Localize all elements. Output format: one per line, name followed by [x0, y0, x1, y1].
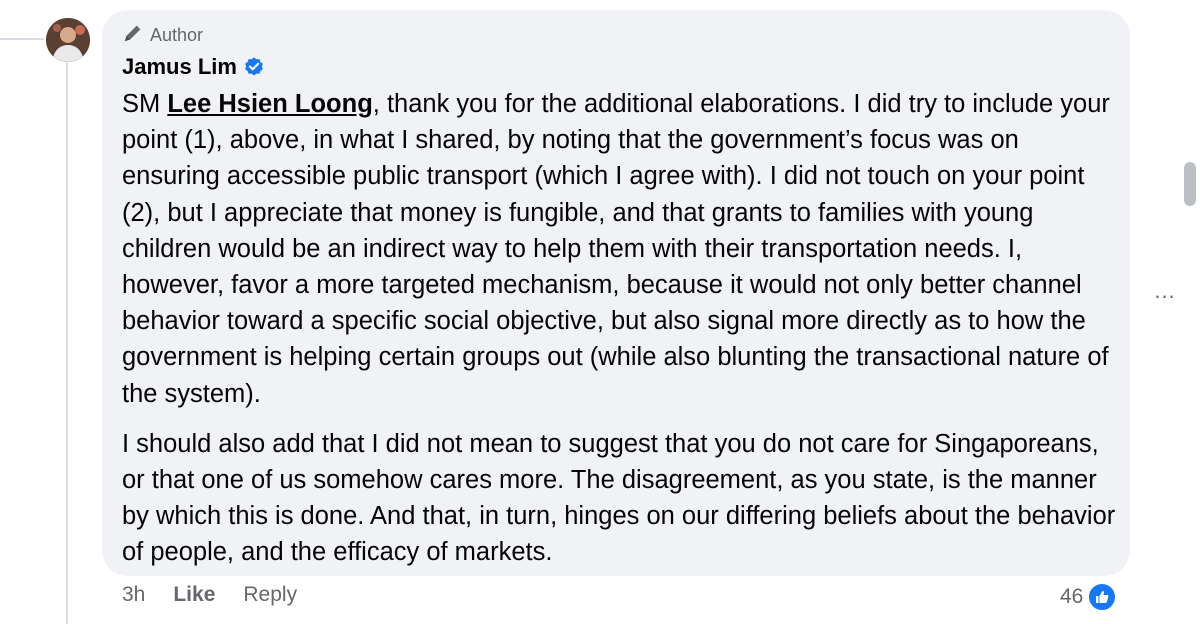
- comment-paragraph-1: SM Lee Hsien Loong, thank you for the ad…: [122, 86, 1117, 412]
- more-horizontal-icon: ...: [1154, 278, 1176, 303]
- scrollbar-thumb[interactable]: [1184, 162, 1196, 206]
- mention-prefix: SM: [122, 90, 161, 118]
- avatar[interactable]: [46, 18, 90, 62]
- reaction-summary[interactable]: 46: [1060, 582, 1118, 612]
- pencil-icon: [122, 22, 144, 49]
- reaction-count: 46: [1060, 585, 1084, 608]
- comment-body: SM Lee Hsien Loong, thank you for the ad…: [122, 86, 1117, 571]
- mention-link[interactable]: Lee Hsien Loong: [167, 90, 372, 118]
- author-badge-label: Author: [150, 24, 204, 45]
- comment-actions: 3h Like Reply: [122, 583, 297, 607]
- like-button[interactable]: Like: [173, 583, 215, 607]
- avatar-image: [46, 18, 90, 62]
- reply-button[interactable]: Reply: [243, 583, 297, 607]
- thumbs-up-icon: [1087, 582, 1118, 612]
- comment-paragraph-1-text: , thank you for the additional elaborati…: [122, 90, 1110, 408]
- comment-bubble: Author Jamus Lim SM Lee Hsien Loong, tha…: [102, 10, 1130, 576]
- comment-paragraph-2: I should also add that I did not mean to…: [122, 429, 1116, 567]
- verified-badge-icon: [243, 56, 265, 78]
- thread-connector-horizontal: [0, 38, 44, 40]
- more-options-button[interactable]: ...: [1150, 276, 1180, 306]
- author-badge: Author: [122, 22, 1110, 48]
- author-name[interactable]: Jamus Lim: [122, 54, 237, 80]
- timestamp[interactable]: 3h: [122, 583, 145, 607]
- thread-connector-vertical: [66, 60, 68, 624]
